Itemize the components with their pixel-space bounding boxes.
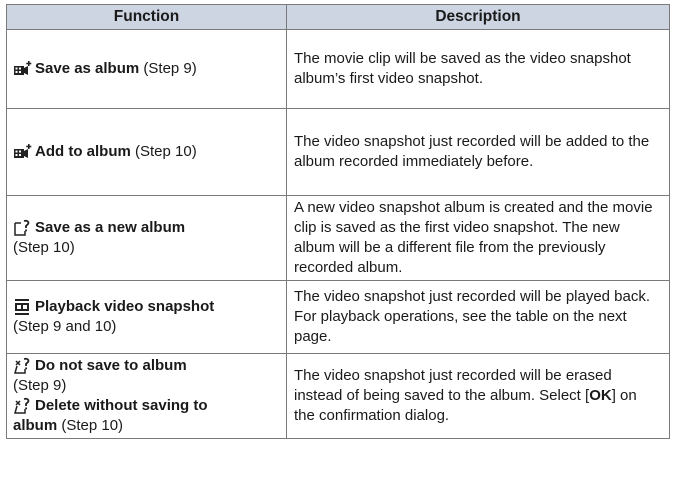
description-cell: The movie clip will be saved as the vide… xyxy=(286,29,670,109)
function-name: Playback video snapshot xyxy=(35,298,215,315)
description-cell: The video snapshot just recorded will be… xyxy=(286,280,670,354)
function-name: Do not save to album xyxy=(35,357,187,374)
description-text-bold: OK xyxy=(589,387,612,404)
function-step: (Step 9 and 10) xyxy=(13,318,117,335)
description-cell: The video snapshot just recorded will be… xyxy=(286,108,670,196)
function-cell: Playback video snapshot (Step 9 and 10) xyxy=(6,280,287,354)
new-album-icon xyxy=(13,219,35,237)
function-name-2-cont: album xyxy=(13,417,58,434)
table-row: Save as a new album (Step 10) A new vide… xyxy=(6,195,670,281)
description-text: A new video snapshot album is created an… xyxy=(294,199,653,276)
delete-icon xyxy=(13,397,35,415)
function-cell: Save as a new album (Step 10) xyxy=(6,195,287,281)
function-step: (Step 10) xyxy=(130,143,197,160)
function-step: (Step 9) xyxy=(13,377,67,394)
description-text: The video snapshot just recorded will be… xyxy=(294,288,651,345)
function-name: Add to album xyxy=(35,143,131,160)
delete-icon xyxy=(13,357,35,375)
video-snapshot-album-icon xyxy=(13,60,35,78)
description-text: The video snapshot just recorded will be… xyxy=(294,367,637,424)
description-text: The video snapshot just recorded will be… xyxy=(294,133,650,170)
header-description: Description xyxy=(286,4,670,30)
description-cell: A new video snapshot album is created an… xyxy=(286,195,670,281)
function-step: (Step 9) xyxy=(139,60,197,77)
playback-icon xyxy=(13,298,35,316)
function-cell: Save as album (Step 9) xyxy=(6,29,287,109)
function-table-container: Function Description Save as album (Step… xyxy=(6,4,670,439)
function-step-2: (Step 10) xyxy=(57,417,124,434)
video-snapshot-album-icon xyxy=(13,143,35,161)
description-text: The movie clip will be saved as the vide… xyxy=(294,50,631,87)
description-cell: The video snapshot just recorded will be… xyxy=(286,353,670,439)
table-row: Save as album (Step 9) The movie clip wi… xyxy=(6,29,670,109)
header-function: Function xyxy=(6,4,287,30)
function-cell: Do not save to album (Step 9) Delete wit… xyxy=(6,353,287,439)
function-step: (Step 10) xyxy=(13,239,75,256)
function-cell: Add to album (Step 10) xyxy=(6,108,287,196)
function-name-2: Delete without saving to xyxy=(35,397,208,414)
table-row: Playback video snapshot (Step 9 and 10) … xyxy=(6,280,670,354)
description-text-pre: The video snapshot just recorded will be… xyxy=(294,367,612,404)
table-header-row: Function Description xyxy=(6,4,670,30)
function-table: Function Description Save as album (Step… xyxy=(6,4,670,439)
function-name: Save as album xyxy=(35,60,140,77)
table-row: Add to album (Step 10) The video snapsho… xyxy=(6,108,670,196)
table-row: Do not save to album (Step 9) Delete wit… xyxy=(6,353,670,439)
function-name: Save as a new album xyxy=(35,219,186,236)
